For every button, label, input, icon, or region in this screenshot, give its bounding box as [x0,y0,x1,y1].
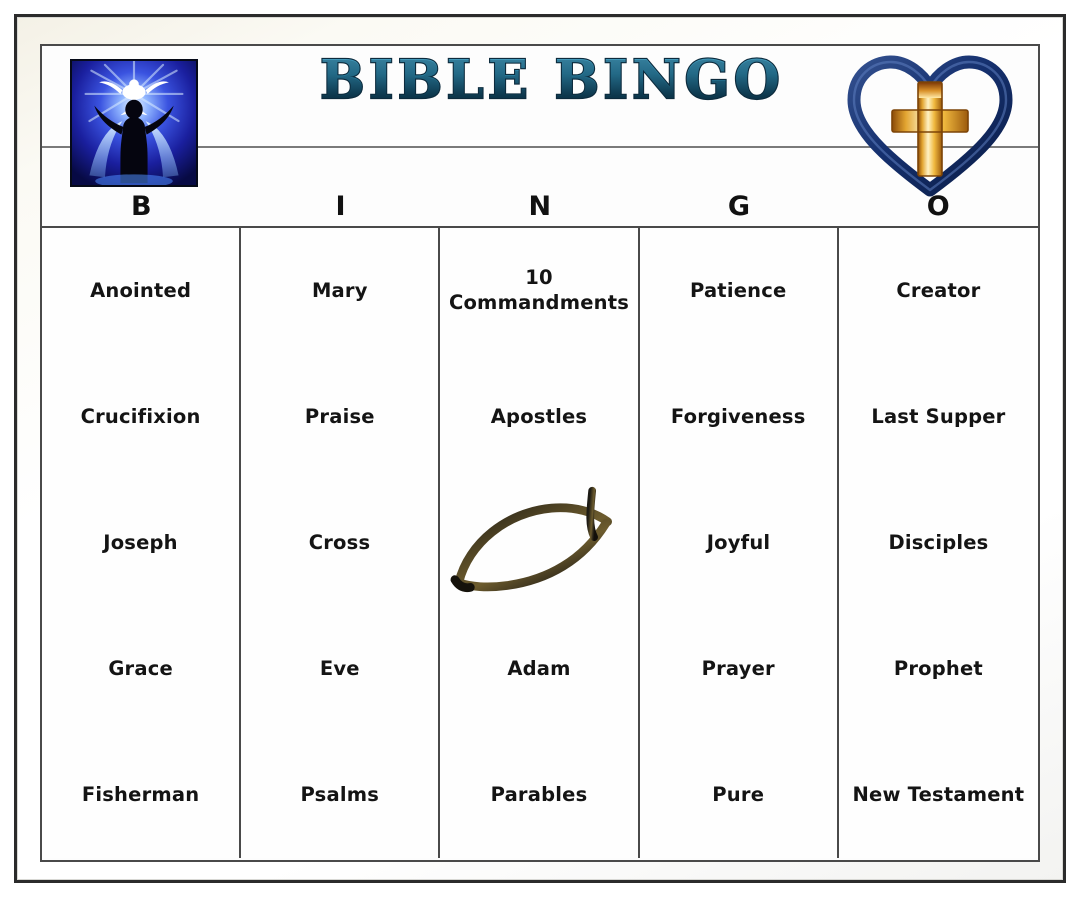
bingo-cell-g5[interactable]: Pure [639,732,839,858]
bingo-cell-label: Creator [896,278,981,302]
bingo-cell-o1[interactable]: Creator [838,228,1038,354]
bingo-cell-b5[interactable]: Fisherman [42,732,242,858]
bingo-cell-label: Patience [689,278,787,302]
bingo-cell-label: 10 Commandments [448,266,630,314]
bingo-cell-i1[interactable]: Mary [241,228,441,354]
bingo-cell-label: New Testament [852,782,1025,806]
bingo-cell-label: Crucifixion [80,404,201,428]
bingo-grid: Anointed Mary 10 Commandments Patience Cr… [42,228,1038,858]
bingo-row: Grace Eve Adam Prayer Prophet [42,606,1038,732]
bingo-cell-o5[interactable]: New Testament [838,732,1038,858]
bingo-cell-label: Disciples [888,530,989,554]
page-title: BIBLE BINGO [272,54,832,107]
bingo-cell-n1[interactable]: 10 Commandments [440,228,640,354]
bingo-card: BIBLE BINGO BIBLE BINGO [0,0,1080,897]
bingo-cell-label: Forgiveness [670,404,806,428]
heart-cross-logo [844,52,1016,202]
bingo-cell-label: Joseph [103,530,178,554]
bingo-cell-n4[interactable]: Adam [440,606,640,732]
bingo-cell-i2[interactable]: Praise [241,354,441,480]
column-header-i: I [335,191,347,222]
bingo-cell-i3[interactable]: Cross [241,480,440,606]
bingo-cell-label: Grace [108,656,173,680]
bingo-cell-label: Prayer [701,656,775,680]
bingo-cell-n5[interactable]: Parables [440,732,640,858]
bingo-cell-b4[interactable]: Grace [42,606,242,732]
bingo-row: Crucifixion Praise Apostles Forgiveness … [42,354,1038,480]
column-header-g: G [727,191,751,222]
bingo-cell-g4[interactable]: Prayer [639,606,839,732]
card-header: BIBLE BINGO BIBLE BINGO [42,46,1038,197]
bingo-row: Anointed Mary 10 Commandments Patience Cr… [42,228,1038,354]
column-header-n: N [528,191,552,222]
bingo-cell-free-space[interactable] [440,480,640,606]
bingo-cell-b2[interactable]: Crucifixion [42,354,242,480]
bingo-cell-label: Parables [490,782,588,806]
ichthys-fish-icon [446,483,632,604]
bingo-cell-label: Fisherman [81,782,200,806]
bingo-cell-o4[interactable]: Prophet [838,606,1038,732]
bingo-cell-label: Mary [311,278,368,302]
bingo-cell-i4[interactable]: Eve [241,606,441,732]
bingo-cell-o3[interactable]: Disciples [839,480,1038,606]
bingo-cell-g3[interactable]: Joyful [640,480,839,606]
bingo-row: Fisherman Psalms Parables Pure New Testa… [42,732,1038,858]
bingo-cell-label: Prophet [893,656,983,680]
bingo-cell-label: Praise [304,404,375,428]
bingo-cell-b3[interactable]: Joseph [42,480,241,606]
bingo-cell-g2[interactable]: Forgiveness [639,354,839,480]
bingo-cell-label: Cross [308,530,371,554]
bingo-cell-label: Apostles [490,404,588,428]
bingo-cell-label: Last Supper [871,404,1006,428]
bingo-row: Joseph Cross Joyful Disciples [42,480,1038,606]
bingo-cell-o2[interactable]: Last Supper [838,354,1038,480]
bingo-cell-b1[interactable]: Anointed [42,228,242,354]
bingo-cell-g1[interactable]: Patience [639,228,839,354]
bingo-cell-label: Adam [507,656,571,680]
dove-worship-image [70,59,198,187]
bingo-cell-label: Joyful [706,530,771,554]
bingo-cell-i5[interactable]: Psalms [241,732,441,858]
bingo-cell-label: Anointed [90,278,192,302]
bingo-cell-n2[interactable]: Apostles [440,354,640,480]
bingo-table: BIBLE BINGO BIBLE BINGO [40,44,1040,862]
bingo-cell-label: Eve [319,656,360,680]
bingo-cell-label: Pure [712,782,765,806]
bingo-cell-label: Psalms [300,782,380,806]
